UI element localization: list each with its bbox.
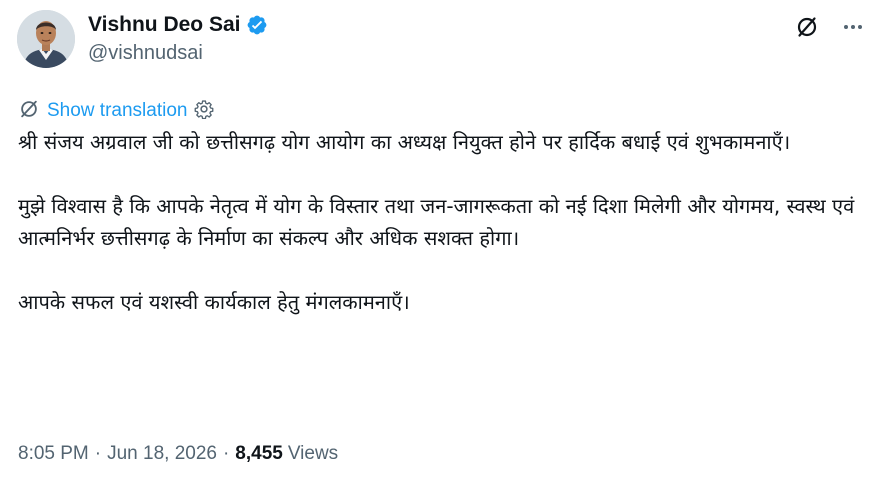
verified-badge-icon[interactable] xyxy=(246,14,268,36)
tweet-card: Vishnu Deo Sai @vishnudsai Show translat… xyxy=(0,0,888,487)
grok-icon[interactable] xyxy=(794,14,820,40)
show-translation-link[interactable]: Show translation xyxy=(47,100,187,122)
tweet-text: श्री संजय अग्रवाल जी को छत्तीसगढ़ योग आय… xyxy=(18,126,868,318)
translation-row: Show translation xyxy=(18,99,214,123)
views-count[interactable]: 8,455 xyxy=(235,443,283,465)
tweet-paragraph: आपके सफल एवं यशस्वी कार्यकाल हेतु मंगलका… xyxy=(18,290,410,314)
tweet-meta: 8:05 PM · Jun 18, 2026 · 8,455 Views xyxy=(18,443,338,465)
header-actions xyxy=(794,14,866,40)
display-name[interactable]: Vishnu Deo Sai xyxy=(88,13,241,37)
tweet-time[interactable]: 8:05 PM xyxy=(18,443,89,465)
tweet-date[interactable]: Jun 18, 2026 xyxy=(107,443,217,465)
avatar[interactable] xyxy=(17,10,75,68)
gear-icon[interactable] xyxy=(194,99,214,123)
tweet-paragraph: श्री संजय अग्रवाल जी को छत्तीसगढ़ योग आय… xyxy=(18,130,791,154)
meta-separator: · xyxy=(94,443,102,464)
meta-separator: · xyxy=(222,443,230,464)
grok-translate-icon xyxy=(18,98,40,124)
display-name-row: Vishnu Deo Sai xyxy=(88,10,268,40)
more-icon[interactable] xyxy=(840,14,866,40)
author-handle[interactable]: @vishnudsai xyxy=(88,42,268,65)
tweet-paragraph: मुझे विश्वास है कि आपके नेतृत्व में योग … xyxy=(18,194,855,250)
views-label: Views xyxy=(287,443,339,464)
author-block: Vishnu Deo Sai @vishnudsai xyxy=(88,10,268,65)
avatar-image xyxy=(17,10,75,68)
